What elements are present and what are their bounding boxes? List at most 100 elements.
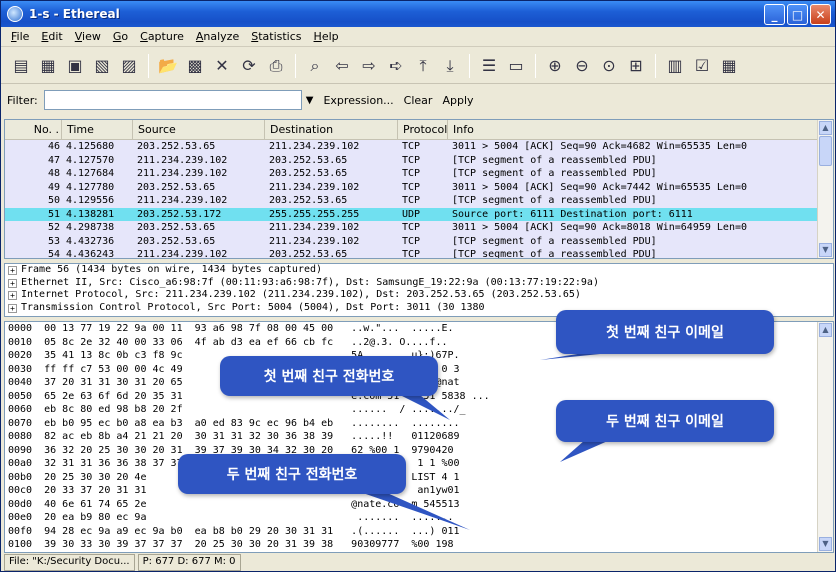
hex-row[interactable]: 00c0 20 33 37 20 31 31 37 1101 an1yw01 bbox=[5, 484, 833, 498]
expand-icon[interactable]: + bbox=[8, 266, 17, 275]
packet-list-scrollbar[interactable]: ▲ ▼ bbox=[817, 120, 833, 258]
filter-input[interactable] bbox=[43, 90, 302, 110]
packet-row[interactable]: 54 4.436243 211.234.239.102 203.252.53.65 TC… bbox=[5, 248, 833, 259]
menu-go[interactable]: Go bbox=[107, 30, 134, 43]
packet-row[interactable]: 51 4.138281 203.252.53.172 255.255.255.255 U… bbox=[5, 207, 833, 221]
go-first-icon[interactable]: ⤒ bbox=[411, 54, 435, 78]
window-title: 1-s - Ethereal bbox=[29, 7, 120, 21]
packet-cell-dst: 203.252.53.65 bbox=[269, 249, 348, 259]
packet-cell-no: 49 bbox=[47, 181, 60, 193]
column-header-destination[interactable]: Destination bbox=[265, 120, 398, 139]
minimize-button[interactable]: _ bbox=[764, 4, 785, 25]
menu-edit[interactable]: Edit bbox=[35, 30, 68, 43]
zoom-out-icon[interactable]: ⊖ bbox=[570, 54, 594, 78]
packet-row[interactable]: 52 4.298738 203.252.53.65 211.234.239.102 TC… bbox=[5, 221, 833, 235]
packet-rows: 46 4.125680 203.252.53.65 211.234.239.102 TC… bbox=[5, 140, 833, 259]
packet-cell-src: 203.252.53.65 bbox=[137, 235, 216, 247]
detail-row-ip[interactable]: + Internet Protocol, Src: 211.234.239.102… bbox=[5, 289, 833, 302]
hex-row[interactable]: 00a0 32 31 31 36 36 38 37 37 21166877 1 … bbox=[5, 457, 833, 471]
close-button[interactable]: ✕ bbox=[810, 4, 831, 25]
go-to-packet-icon[interactable]: ➪ bbox=[384, 54, 408, 78]
scroll-up-icon[interactable]: ▲ bbox=[819, 323, 832, 337]
scroll-thumb[interactable] bbox=[819, 136, 832, 166]
interfaces-icon[interactable]: ▤ bbox=[9, 54, 33, 78]
menu-help[interactable]: Help bbox=[308, 30, 345, 43]
coloring-rules-icon[interactable]: ▦ bbox=[717, 54, 741, 78]
hex-row[interactable]: 00b0 20 25 30 30 20 4e %00 N.. LIST 4 1 bbox=[5, 471, 833, 485]
find-packet-icon[interactable]: ⌕ bbox=[303, 54, 327, 78]
expand-icon[interactable]: + bbox=[8, 303, 17, 313]
go-last-icon[interactable]: ⤓ bbox=[438, 54, 462, 78]
packet-cell-dst: 211.234.239.102 bbox=[269, 235, 360, 247]
display-filters-icon[interactable]: ☑ bbox=[690, 54, 714, 78]
detail-row-frame[interactable]: + Frame 56 (1434 bytes on wire, 1434 byte… bbox=[5, 264, 833, 277]
window-controls: _ □ ✕ bbox=[764, 4, 831, 25]
resize-columns-icon[interactable]: ⊞ bbox=[624, 54, 648, 78]
packet-row[interactable]: 49 4.127780 203.252.53.65 211.234.239.102 TC… bbox=[5, 180, 833, 194]
start-capture-icon[interactable]: ▣ bbox=[63, 54, 87, 78]
hex-row[interactable]: 0110 32 31 31 32 37 20 25 30 30 20 31 20… bbox=[5, 552, 833, 553]
menu-capture[interactable]: Capture bbox=[134, 30, 190, 43]
packet-cell-dst: 203.252.53.65 bbox=[269, 168, 348, 179]
restart-capture-icon[interactable]: ▨ bbox=[117, 54, 141, 78]
packet-cell-info: 3011 > 5004 [ACK] Seq=90 Ack=4682 Win=65… bbox=[452, 141, 748, 152]
menu-statistics[interactable]: Statistics bbox=[245, 30, 307, 43]
save-icon[interactable]: ▩ bbox=[183, 54, 207, 78]
menu-analyze[interactable]: Analyze bbox=[190, 30, 245, 43]
column-header-info[interactable]: Info bbox=[448, 120, 818, 139]
title-bar[interactable]: 1-s - Ethereal _ □ ✕ bbox=[1, 1, 835, 27]
menu-view[interactable]: View bbox=[69, 30, 107, 43]
go-back-icon[interactable]: ⇦ bbox=[330, 54, 354, 78]
expand-icon[interactable]: + bbox=[8, 278, 17, 288]
packet-row[interactable]: 53 4.432736 203.252.53.65 211.234.239.102 TC… bbox=[5, 234, 833, 248]
status-file: File: "K:/Security Docu... bbox=[4, 554, 135, 571]
scroll-down-icon[interactable]: ▼ bbox=[819, 537, 832, 551]
clear-button[interactable]: Clear bbox=[404, 94, 433, 107]
packet-cell-src: 203.252.53.65 bbox=[137, 222, 216, 233]
callout-friend1-phone: 첫 번째 친구 전화번호 bbox=[220, 356, 438, 396]
detail-row-ethernet[interactable]: + Ethernet II, Src: Cisco_a6:98:7f (00:11… bbox=[5, 277, 833, 290]
packet-row[interactable]: 47 4.127570 211.234.239.102 203.252.53.65 TC… bbox=[5, 153, 833, 167]
hex-row[interactable]: 00e0 20 ea b9 80 ec 9a ....... ....... bbox=[5, 511, 833, 525]
hex-row[interactable]: 00f0 94 28 ec 9a a9 ec 9a b0 ea b8 b0 29… bbox=[5, 525, 833, 539]
column-header-protocol[interactable]: Protocol bbox=[398, 120, 448, 139]
column-header-source[interactable]: Source bbox=[133, 120, 265, 139]
packet-cell-src: 203.252.53.65 bbox=[137, 141, 216, 152]
print-icon[interactable]: ⎙ bbox=[264, 54, 288, 78]
open-folder-icon[interactable]: 📂 bbox=[156, 54, 180, 78]
hex-row[interactable]: 0090 36 32 20 25 30 30 20 31 39 37 39 30… bbox=[5, 444, 833, 458]
close-file-icon[interactable]: ✕ bbox=[210, 54, 234, 78]
expand-icon[interactable]: + bbox=[8, 291, 17, 300]
stop-capture-icon[interactable]: ▧ bbox=[90, 54, 114, 78]
go-forward-icon[interactable]: ⇨ bbox=[357, 54, 381, 78]
scroll-down-icon[interactable]: ▼ bbox=[819, 243, 832, 257]
packet-cell-time: 4.432736 bbox=[66, 235, 115, 247]
packet-cell-src: 211.234.239.102 bbox=[137, 168, 228, 179]
maximize-button[interactable]: □ bbox=[787, 4, 808, 25]
ethereal-window: 1-s - Ethereal _ □ ✕ File Edit View Go C… bbox=[0, 0, 836, 572]
packet-row[interactable]: 50 4.129556 211.234.239.102 203.252.53.65 TC… bbox=[5, 194, 833, 208]
packet-cell-time: 4.298738 bbox=[66, 222, 115, 233]
menu-file[interactable]: File bbox=[5, 30, 35, 43]
packet-row[interactable]: 48 4.127684 211.234.239.102 203.252.53.65 TC… bbox=[5, 167, 833, 181]
packet-cell-proto: TCP bbox=[402, 235, 421, 247]
hex-row[interactable]: 00d0 40 6e 61 74 65 2e @nate.co m 545513 bbox=[5, 498, 833, 512]
bytes-scrollbar[interactable]: ▲ ▼ bbox=[817, 322, 833, 552]
packet-cell-dst: 203.252.53.65 bbox=[269, 154, 348, 166]
reload-icon[interactable]: ⟳ bbox=[237, 54, 261, 78]
auto-scroll-icon[interactable]: ▭ bbox=[504, 54, 528, 78]
column-header-time[interactable]: Time bbox=[62, 120, 133, 139]
packet-row[interactable]: 46 4.125680 203.252.53.65 211.234.239.102 TC… bbox=[5, 140, 833, 154]
colorize-icon[interactable]: ☰ bbox=[477, 54, 501, 78]
capture-filters-icon[interactable]: ▥ bbox=[663, 54, 687, 78]
capture-options-icon[interactable]: ▦ bbox=[36, 54, 60, 78]
column-header-no[interactable]: No. . bbox=[5, 120, 62, 139]
packet-cell-time: 4.125680 bbox=[66, 141, 115, 152]
zoom-in-icon[interactable]: ⊕ bbox=[543, 54, 567, 78]
scroll-up-icon[interactable]: ▲ bbox=[819, 121, 832, 135]
zoom-normal-icon[interactable]: ⊙ bbox=[597, 54, 621, 78]
filter-dropdown-icon[interactable]: ▼ bbox=[306, 95, 314, 106]
hex-row[interactable]: 0100 39 30 33 30 39 37 37 37 20 25 30 30… bbox=[5, 538, 833, 552]
expression-button[interactable]: Expression... bbox=[323, 94, 393, 107]
apply-button[interactable]: Apply bbox=[442, 94, 473, 107]
